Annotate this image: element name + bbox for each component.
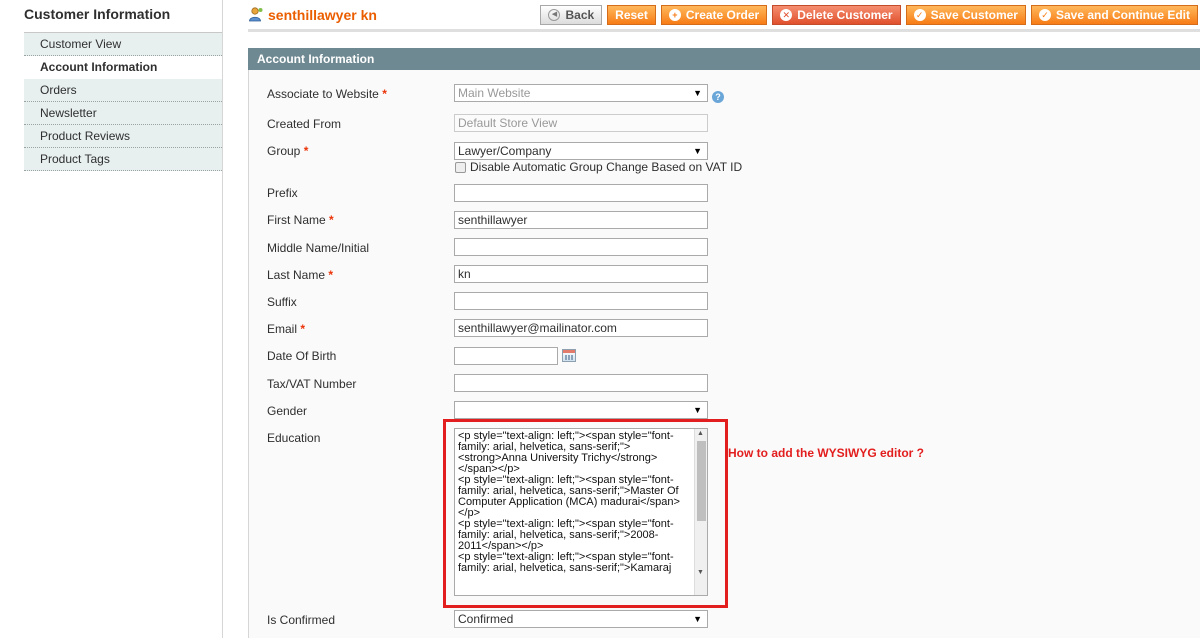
tab-product-reviews[interactable]: Product Reviews xyxy=(24,125,222,148)
prefix-field[interactable] xyxy=(454,184,708,202)
first-name-label: First Name * xyxy=(267,213,334,227)
suffix-field[interactable] xyxy=(454,292,708,310)
reset-button[interactable]: Reset xyxy=(607,5,656,25)
email-field[interactable] xyxy=(454,319,708,337)
save-customer-button[interactable]: ✓ Save Customer xyxy=(905,5,1026,25)
create-order-label: Create Order xyxy=(685,8,760,22)
gender-label: Gender xyxy=(267,404,308,418)
save-continue-button[interactable]: ✓ Save and Continue Edit xyxy=(1030,5,1198,25)
group-label: Group * xyxy=(267,144,308,158)
section-title: Account Information xyxy=(248,48,1200,70)
disable-group-change-checkbox[interactable] xyxy=(455,161,466,173)
page-title: senthillawyer kn xyxy=(268,7,377,23)
required-mark: * xyxy=(382,87,387,101)
required-mark: * xyxy=(328,268,334,282)
associate-website-label-text: Associate to Website xyxy=(267,87,379,101)
check-icon: ✓ xyxy=(913,9,926,21)
group-select[interactable]: Lawyer/Company ▼ xyxy=(454,142,708,160)
reset-button-label: Reset xyxy=(615,8,648,22)
prefix-label: Prefix xyxy=(267,186,298,200)
suffix-label: Suffix xyxy=(267,295,297,309)
chevron-down-icon: ▼ xyxy=(693,146,702,156)
first-name-label-text: First Name xyxy=(267,213,326,227)
delete-customer-label: Delete Customer xyxy=(797,8,893,22)
education-label: Education xyxy=(267,431,321,445)
email-label: Email * xyxy=(267,322,305,336)
required-mark: * xyxy=(300,322,306,336)
associate-website-select[interactable]: Main Website ▼ xyxy=(454,84,708,102)
back-button-label: Back xyxy=(565,8,595,22)
plus-icon: + xyxy=(668,9,681,21)
create-order-button[interactable]: + Create Order xyxy=(660,5,768,25)
middle-name-label: Middle Name/Initial xyxy=(267,241,370,255)
last-name-label-text: Last Name xyxy=(267,268,326,282)
last-name-label: Last Name * xyxy=(267,268,333,282)
tab-customer-view[interactable]: Customer View xyxy=(24,33,222,56)
chevron-down-icon: ▼ xyxy=(693,405,702,415)
first-name-field[interactable] xyxy=(454,211,708,229)
taxvat-label: Tax/VAT Number xyxy=(267,377,357,391)
associate-website-value: Main Website xyxy=(458,86,531,100)
sidebar-divider xyxy=(222,0,223,638)
group-value: Lawyer/Company xyxy=(458,144,552,158)
disable-group-change-label: Disable Automatic Group Change Based on … xyxy=(470,160,743,174)
last-name-field[interactable] xyxy=(454,265,708,283)
chevron-down-icon: ▼ xyxy=(693,88,702,98)
dob-label: Date Of Birth xyxy=(267,349,337,363)
annotation-text: How to add the WYSIWYG editor ? xyxy=(728,446,924,460)
annotation-highlight-box xyxy=(443,419,728,608)
delete-customer-button[interactable]: ✕ Delete Customer xyxy=(772,5,901,25)
dob-field[interactable] xyxy=(454,347,558,365)
taxvat-field[interactable] xyxy=(454,374,708,392)
required-mark: * xyxy=(303,144,309,158)
created-from-label: Created From xyxy=(267,117,342,131)
check-icon: ✓ xyxy=(1038,9,1051,21)
customer-icon xyxy=(249,7,263,22)
chevron-down-icon: ▼ xyxy=(693,614,702,624)
header-buttons: ◀ Back Reset + Create Order ✕ Delete Cus… xyxy=(540,5,1198,25)
email-label-text: Email xyxy=(267,322,298,336)
sidebar: Customer Information Customer View Accou… xyxy=(0,0,222,638)
back-arrow-icon: ◀ xyxy=(548,9,561,21)
is-confirmed-value: Confirmed xyxy=(458,612,514,626)
middle-name-field[interactable] xyxy=(454,238,708,256)
disable-group-change-row: Disable Automatic Group Change Based on … xyxy=(455,160,742,174)
calendar-icon[interactable] xyxy=(562,349,576,362)
associate-website-label: Associate to Website * xyxy=(267,87,387,101)
is-confirmed-select[interactable]: Confirmed ▼ xyxy=(454,610,708,628)
sidebar-tabs: Customer View Account Information Orders… xyxy=(24,32,222,171)
created-from-field[interactable] xyxy=(454,114,708,132)
tab-product-tags[interactable]: Product Tags xyxy=(24,148,222,171)
required-mark: * xyxy=(329,213,334,227)
group-label-text: Group xyxy=(267,144,301,158)
sidebar-title: Customer Information xyxy=(24,6,171,22)
is-confirmed-label: Is Confirmed xyxy=(267,613,336,627)
save-continue-label: Save and Continue Edit xyxy=(1055,8,1190,22)
gender-select[interactable]: ▼ xyxy=(454,401,708,419)
tab-account-information[interactable]: Account Information xyxy=(24,56,222,79)
save-customer-label: Save Customer xyxy=(930,8,1018,22)
back-button[interactable]: ◀ Back xyxy=(540,5,603,25)
page-header: senthillawyer kn ◀ Back Reset + Create O… xyxy=(248,0,1200,32)
delete-x-icon: ✕ xyxy=(780,9,793,21)
tab-orders[interactable]: Orders xyxy=(24,79,222,102)
tab-newsletter[interactable]: Newsletter xyxy=(24,102,222,125)
help-icon[interactable]: ? xyxy=(712,91,724,103)
